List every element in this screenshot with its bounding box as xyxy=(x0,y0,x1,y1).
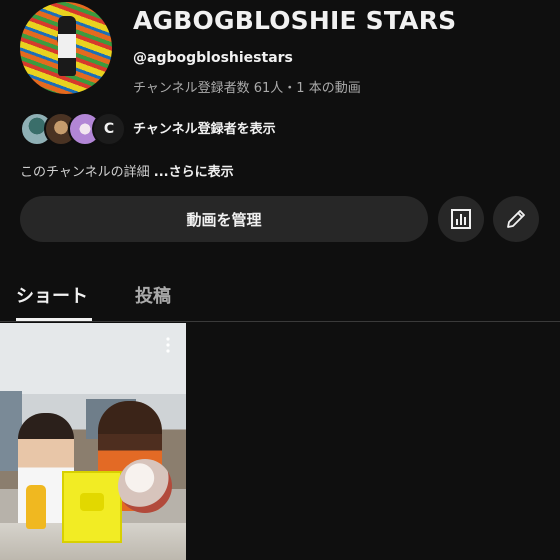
view-subscribers-link[interactable]: チャンネル登録者を表示 xyxy=(133,118,276,137)
description-label: このチャンネルの詳細 xyxy=(20,165,154,180)
analytics-icon xyxy=(451,209,471,229)
analytics-button[interactable] xyxy=(438,196,484,242)
edit-channel-button[interactable] xyxy=(493,196,539,242)
show-more-link[interactable]: ...さらに表示 xyxy=(154,165,234,180)
subscriber-avatar: C xyxy=(92,112,126,146)
tabs-divider xyxy=(0,321,560,322)
avatar-figure xyxy=(58,16,76,76)
channel-title: AGBOGBLOSHIE STARS xyxy=(133,6,457,35)
manage-videos-button[interactable]: 動画を管理 xyxy=(20,196,428,242)
subscriber-avatars[interactable]: C xyxy=(20,112,126,146)
more-vertical-icon xyxy=(166,337,170,353)
thumbnail-ball xyxy=(118,459,172,513)
channel-handle: @agbogbloshiestars xyxy=(133,50,293,66)
play-icon xyxy=(80,493,104,511)
tab-posts[interactable]: 投稿 xyxy=(135,282,171,308)
tab-shorts[interactable]: ショート xyxy=(16,282,88,308)
thumbnail-play-button-plaque xyxy=(62,471,122,543)
thumbnail-bottle xyxy=(26,485,46,529)
channel-avatar[interactable] xyxy=(20,2,112,94)
pencil-icon xyxy=(507,210,525,228)
more-options-button[interactable] xyxy=(160,334,176,356)
channel-description[interactable]: このチャンネルの詳細 ...さらに表示 xyxy=(20,161,234,180)
channel-stats: チャンネル登録者数 61人・1 本の動画 xyxy=(133,81,361,96)
short-video-thumbnail[interactable] xyxy=(0,323,186,560)
